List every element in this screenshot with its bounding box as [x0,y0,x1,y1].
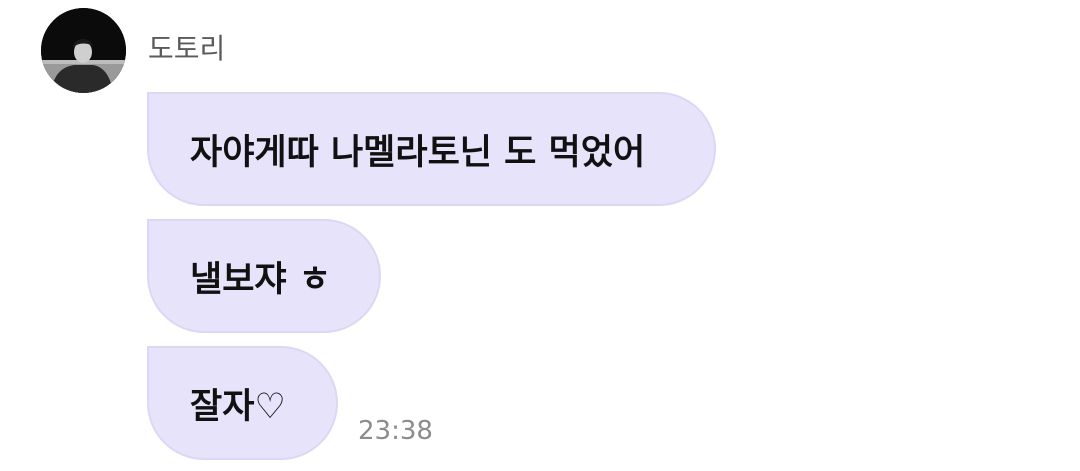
avatar[interactable] [41,8,126,93]
profile-photo-icon [41,8,126,93]
message-bubble[interactable]: 자야게따 나멜라토닌 도 먹었어 [147,92,716,206]
message-timestamp: 23:38 [358,416,433,446]
message-bubble[interactable]: 낼보쟈 ㅎ [147,219,381,333]
message-text: 자야게따 나멜라토닌 도 먹었어 [190,132,646,173]
message-bubble[interactable]: 잘자♡ [147,346,338,460]
message-text: 낼보쟈 ㅎ [190,259,331,300]
sender-name: 도토리 [148,32,226,65]
message-text: 잘자♡ [190,386,286,427]
